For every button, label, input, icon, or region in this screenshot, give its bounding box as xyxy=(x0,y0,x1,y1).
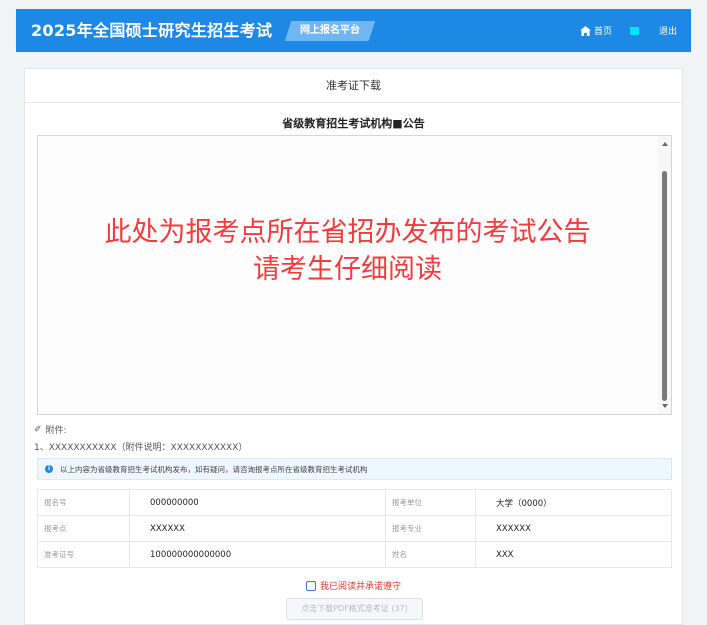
nav-logout-link[interactable]: 退出 xyxy=(659,24,677,37)
cell-value: XXXXXX xyxy=(475,515,672,542)
cell-label: 准考证号 xyxy=(37,541,130,568)
scroll-down-icon[interactable] xyxy=(662,404,668,408)
platform-tag-label: 网上报名平台 xyxy=(300,25,360,36)
attachment-label: 附件: xyxy=(45,426,67,436)
notice-scrollbar[interactable] xyxy=(658,136,671,414)
nav-home-link[interactable]: 首页 xyxy=(580,24,612,37)
top-header: 2025年全国硕士研究生招生考试 网上报名平台 首页 退出 xyxy=(16,9,691,52)
notice-text: 此处为报考点所在省招办发布的考试公告 请考生仔细阅读 xyxy=(38,214,657,288)
info-banner-text: 以上内容为省级教育招生考试机构发布，如有疑问，请咨询报考点所在省级教育招生考试机… xyxy=(60,464,368,474)
user-square-icon[interactable] xyxy=(629,26,639,35)
notice-title: 省级教育招生考试机构■公告 xyxy=(282,117,425,130)
home-icon xyxy=(580,25,591,36)
agree-checkbox[interactable] xyxy=(305,580,316,591)
table-row: 报考点 XXXXXX 报考专业 XXXXXX xyxy=(37,515,672,542)
admission-ticket-panel: 准考证下载 省级教育招生考试机构■公告 此处为报考点所在省招办发布的考试公告 请… xyxy=(24,68,683,625)
cell-value: XXX xyxy=(475,541,672,568)
attachment-link[interactable]: 1、XXXXXXXXXXX（附件说明：XXXXXXXXXXX） xyxy=(34,440,247,453)
table-row: 报名号 000000000 报考单位 大学（0000） xyxy=(37,489,672,516)
nav-logout-label: 退出 xyxy=(658,27,677,37)
notice-line-2: 请考生仔细阅读 xyxy=(253,254,442,285)
info-banner: i 以上内容为省级教育招生考试机构发布，如有疑问，请咨询报考点所在省级教育招生考… xyxy=(37,458,672,480)
scroll-thumb[interactable] xyxy=(662,171,667,401)
agree-label: 我已阅读并承诺遵守 xyxy=(319,582,401,592)
notice-content-box[interactable]: 此处为报考点所在省招办发布的考试公告 请考生仔细阅读 xyxy=(37,135,672,415)
cell-value: 000000000 xyxy=(129,489,386,516)
cell-label: 报考点 xyxy=(37,515,130,542)
scroll-up-icon[interactable] xyxy=(662,142,668,146)
paperclip-icon: ✐ xyxy=(34,424,42,435)
cell-label: 报名号 xyxy=(37,489,130,516)
cell-value: 大学（0000） xyxy=(475,489,672,516)
info-icon: i xyxy=(45,465,53,473)
top-nav: 首页 退出 xyxy=(580,9,677,52)
panel-title: 准考证下载 xyxy=(25,69,682,103)
nav-home-label: 首页 xyxy=(593,27,612,37)
cell-label: 报考专业 xyxy=(385,515,476,542)
cell-value: XXXXXX xyxy=(129,515,386,542)
download-pdf-button[interactable]: 点击下载PDF格式准考证 (37) xyxy=(286,598,423,620)
cell-value: 100000000000000 xyxy=(129,541,386,568)
candidate-info-table: 报名号 000000000 报考单位 大学（0000） 报考点 XXXXXX 报… xyxy=(37,489,672,568)
agree-checkbox-row[interactable]: 我已阅读并承诺遵守 xyxy=(25,579,682,592)
app-title: 2025年全国硕士研究生招生考试 xyxy=(31,21,273,40)
attachment-label-row: ✐ 附件: xyxy=(34,423,67,437)
cell-label: 报考单位 xyxy=(385,489,476,516)
cell-label: 姓名 xyxy=(385,541,476,568)
platform-tag: 网上报名平台 xyxy=(284,21,376,41)
table-row: 准考证号 100000000000000 姓名 XXX xyxy=(37,541,672,568)
notice-line-1: 此处为报考点所在省招办发布的考试公告 xyxy=(104,217,591,248)
